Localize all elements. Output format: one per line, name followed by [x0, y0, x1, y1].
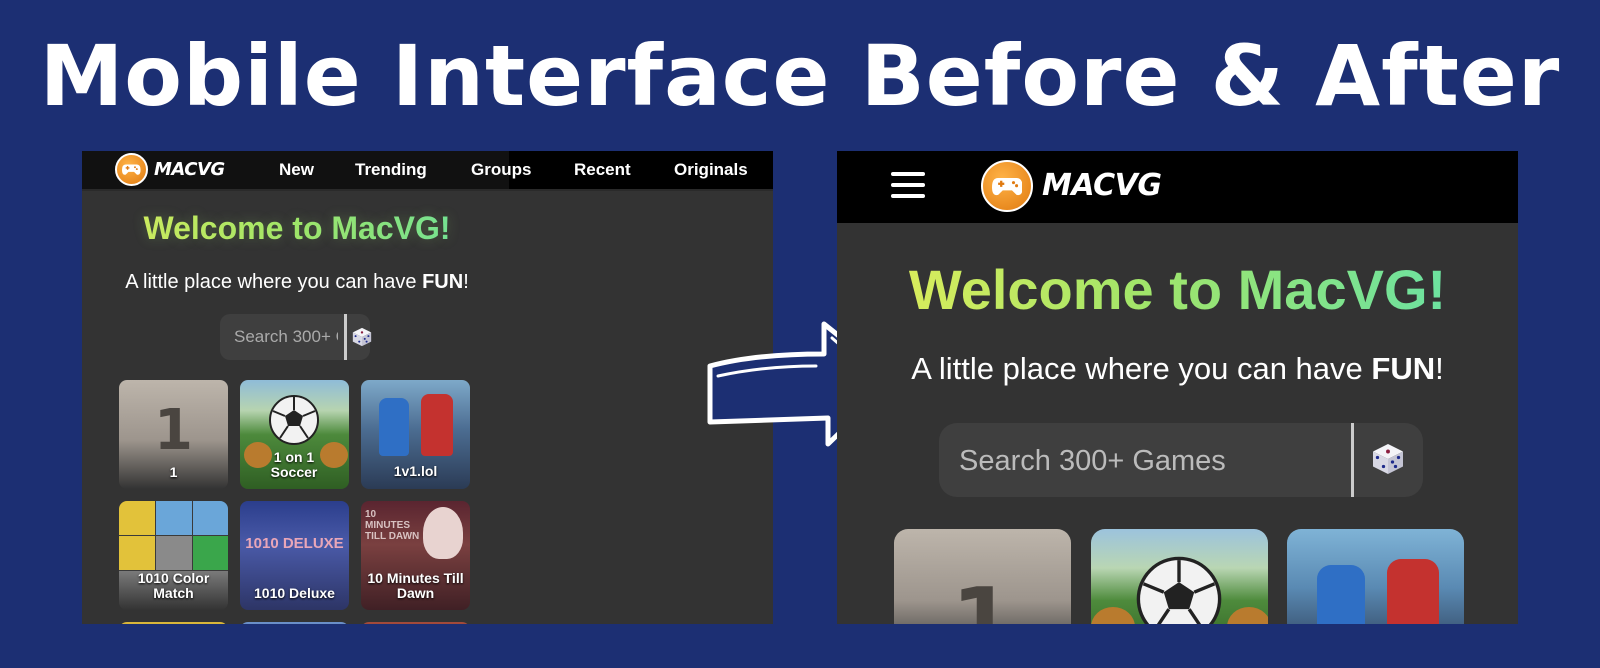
- game-title: 1v1.lol: [393, 463, 438, 479]
- blue-robot: [379, 398, 409, 456]
- color-block: [193, 501, 228, 535]
- game-tile-1-on-1-soccer[interactable]: 1 on 1 Soccer: [240, 380, 349, 489]
- game-tile-1[interactable]: 1: [894, 529, 1071, 624]
- game-title: 1: [169, 464, 178, 480]
- logo-text[interactable]: MACVG: [1042, 168, 1162, 203]
- tile-art-text: 1010 DELUXE: [245, 535, 344, 552]
- red-robot: [1387, 559, 1439, 624]
- tagline-suffix: !: [1435, 351, 1444, 386]
- menu-bar: [891, 172, 925, 176]
- tile-art-number: 1: [154, 398, 193, 463]
- character-face: [423, 507, 463, 559]
- tagline-prefix: A little place where you can have: [125, 271, 423, 293]
- dice-icon: [352, 327, 372, 347]
- color-block: [156, 501, 192, 535]
- game-title: 1010 Color Match: [137, 570, 210, 601]
- tagline-fun: FUN: [422, 271, 464, 293]
- logo-text[interactable]: MACVG: [154, 159, 225, 180]
- after-screenshot: MACVG Welcome to MacVG! A little place w…: [837, 151, 1518, 624]
- color-block: [193, 536, 228, 570]
- search-box: [939, 423, 1351, 497]
- game-title: 10 Minutes Till Dawn: [367, 570, 464, 601]
- nav-groups[interactable]: Groups: [471, 160, 531, 180]
- color-block: [119, 501, 155, 535]
- game-tile-1010-color-match[interactable]: 1010 Color Match: [119, 501, 228, 610]
- hamburger-menu-icon[interactable]: [891, 168, 925, 202]
- color-block: [119, 536, 155, 570]
- game-tile-1[interactable]: 1 1: [119, 380, 228, 489]
- nav-trending[interactable]: Trending: [355, 160, 427, 180]
- red-robot: [421, 394, 453, 456]
- welcome-heading: Welcome to MacVG!: [82, 210, 512, 247]
- tagline: A little place where you can have FUN!: [837, 351, 1518, 387]
- tile-art-text: 10 MINUTES TILL DAWN: [365, 509, 420, 542]
- game-tile-1v1-lol[interactable]: 1v1.lol: [361, 380, 470, 489]
- page-title: Mobile Interface Before & After: [39, 27, 1561, 125]
- navbar: MACVG: [837, 151, 1518, 223]
- gamepad-logo-icon[interactable]: [115, 153, 148, 186]
- before-screenshot: MACVG New Trending Groups Recent Origina…: [82, 151, 773, 624]
- game-title: 1010 Deluxe: [254, 585, 335, 601]
- nav-new[interactable]: New: [279, 160, 314, 180]
- dice-icon: [1373, 444, 1403, 474]
- random-game-button[interactable]: [344, 314, 372, 360]
- game-tile-1-on-1-soccer[interactable]: [1091, 529, 1268, 624]
- gamepad-logo-icon[interactable]: [981, 160, 1033, 212]
- menu-bar: [891, 183, 925, 187]
- navbar: MACVG New Trending Groups Recent Origina…: [82, 151, 773, 191]
- tagline: A little place where you can have FUN!: [82, 271, 512, 294]
- blue-robot: [1317, 565, 1365, 624]
- menu-bar: [891, 194, 925, 198]
- random-game-button[interactable]: [1351, 423, 1423, 497]
- character-right: [320, 442, 348, 468]
- tagline-fun: FUN: [1371, 351, 1436, 386]
- game-tile-peek[interactable]: [361, 622, 470, 624]
- search-input[interactable]: [957, 441, 1341, 481]
- tagline-prefix: A little place where you can have: [911, 351, 1372, 386]
- game-tile-10-minutes-till-dawn[interactable]: 10 MINUTES TILL DAWN 10 Minutes Till Daw…: [361, 501, 470, 610]
- character-right: [1227, 607, 1268, 624]
- game-tile-1010-deluxe[interactable]: 1010 DELUXE 1010 Deluxe: [240, 501, 349, 610]
- game-tile-peek[interactable]: [119, 622, 228, 624]
- nav-originals[interactable]: Originals: [674, 160, 748, 180]
- game-tile-1v1-lol[interactable]: [1287, 529, 1464, 624]
- character-left: [1091, 607, 1135, 624]
- search-box: [220, 314, 344, 360]
- tagline-suffix: !: [463, 271, 469, 293]
- search-input[interactable]: [228, 326, 344, 348]
- game-title: 1 on 1 Soccer: [270, 449, 318, 480]
- soccer-ball-icon: [1136, 556, 1222, 624]
- welcome-heading: Welcome to MacVG!: [837, 257, 1518, 322]
- tile-art-number: 1: [951, 569, 1014, 624]
- nav-recent[interactable]: Recent: [574, 160, 631, 180]
- color-block: [156, 536, 192, 570]
- soccer-ball-icon: [269, 395, 319, 445]
- game-tile-peek[interactable]: [240, 622, 349, 624]
